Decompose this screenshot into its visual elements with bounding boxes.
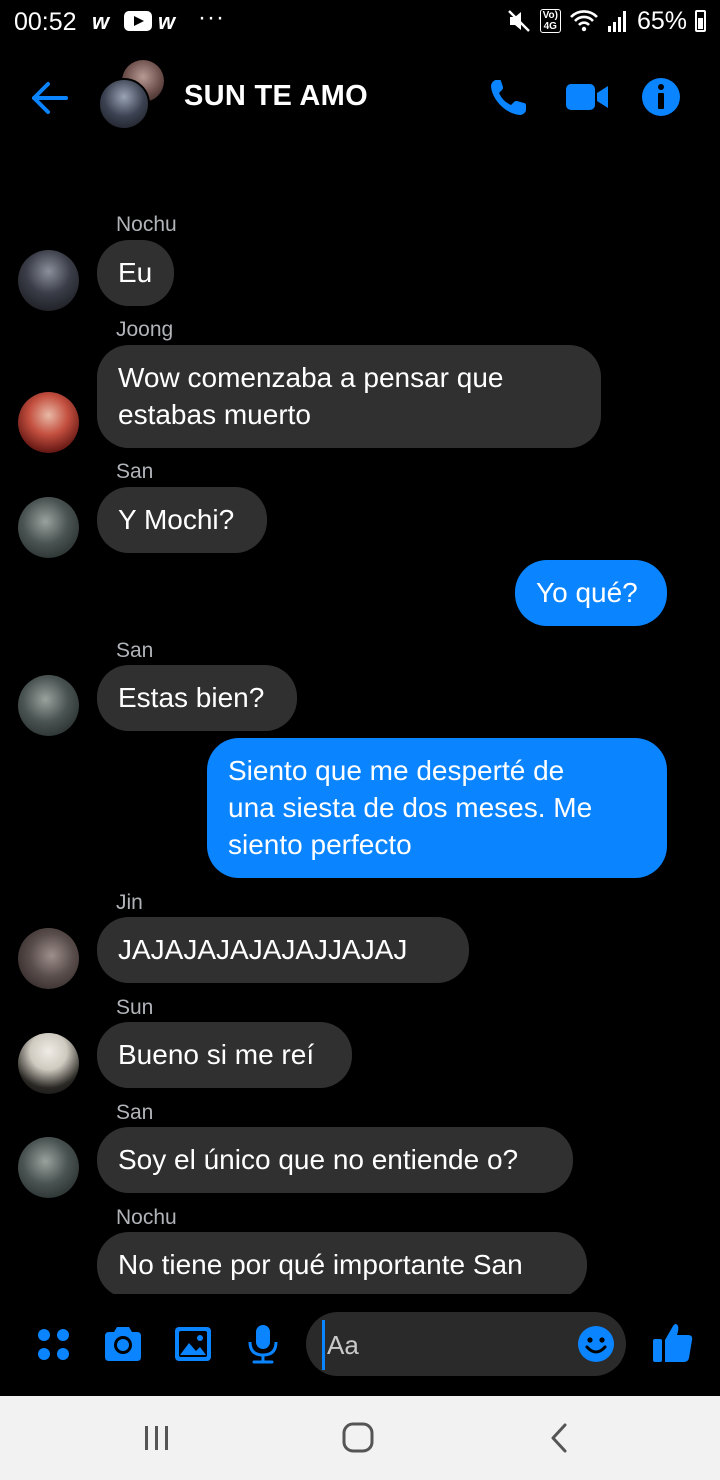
recent-apps-icon[interactable] [137,1420,177,1456]
youtube-icon [124,11,152,31]
back-nav-icon[interactable] [540,1420,580,1456]
microphone-icon[interactable] [241,1322,285,1366]
signal-icon [607,11,626,32]
message-bubble[interactable]: Eu [97,240,174,306]
sender-name: Jin [116,891,143,914]
avatar[interactable] [18,675,79,736]
avatar[interactable] [18,497,79,558]
avatar[interactable] [18,1137,79,1198]
wifi-icon [570,10,598,32]
notification-w-icon: w [92,9,110,34]
gallery-icon[interactable] [171,1322,215,1366]
volte-4g-icon: Vo) 4G [539,9,561,33]
message-bubble-outgoing[interactable]: Yo qué? [515,560,667,626]
system-navigation-bar [0,1396,720,1480]
back-arrow-icon[interactable] [28,76,72,120]
notification-w-icon-2: w [158,9,176,34]
status-bar: 00:52 w w ··· Vo) 4G 65% [0,0,720,44]
message-bubble-outgoing[interactable]: Siento que me desperté de una siesta de … [207,738,667,878]
message-bubble[interactable]: Y Mochi? [97,487,267,553]
group-avatar[interactable] [98,60,170,132]
more-actions-icon[interactable] [32,1322,76,1366]
info-icon[interactable] [638,74,684,120]
sender-name: Nochu [116,1206,177,1229]
sender-name: Nochu [116,213,177,236]
mute-icon [507,10,530,32]
avatar[interactable] [18,392,79,453]
sender-name: Sun [116,996,154,1019]
more-notifications-icon: ··· [198,4,225,31]
composer-bar [0,1294,720,1396]
message-input[interactable] [322,1320,569,1370]
group-avatar-front [98,78,150,130]
chat-title[interactable]: SUN TE AMO [184,80,368,113]
sender-name: San [116,639,154,662]
message-bubble[interactable]: No tiene por qué importante San [97,1232,587,1294]
avatar[interactable] [18,250,79,311]
message-bubble[interactable]: Soy el único que no entiende o? [97,1127,573,1193]
phone-icon[interactable] [486,74,532,120]
battery-icon [695,10,706,32]
home-icon[interactable] [338,1420,378,1456]
emoji-icon[interactable] [576,1324,616,1364]
message-bubble[interactable]: Wow comenzaba a pensar que estabas muert… [97,345,601,448]
video-call-icon[interactable] [564,74,610,120]
battery-percent: 65% [636,6,687,35]
thumbs-up-icon[interactable] [650,1320,696,1366]
sender-name: San [116,460,154,483]
message-bubble[interactable]: JAJAJAJAJAJAJJAJAJ [97,917,469,983]
message-input-container [306,1312,626,1376]
avatar[interactable] [18,1033,79,1094]
sender-name: Joong [116,318,174,341]
message-bubble[interactable]: Bueno si me reí [97,1022,352,1088]
chat-header: SUN TE AMO [0,54,720,144]
message-bubble[interactable]: Estas bien? [97,665,297,731]
camera-icon[interactable] [101,1322,145,1366]
avatar[interactable] [18,928,79,989]
sender-name: San [116,1101,154,1124]
status-time: 00:52 [14,8,77,36]
message-list[interactable]: Nochu Eu Joong Wow comenzaba a pensar qu… [0,144,720,1294]
